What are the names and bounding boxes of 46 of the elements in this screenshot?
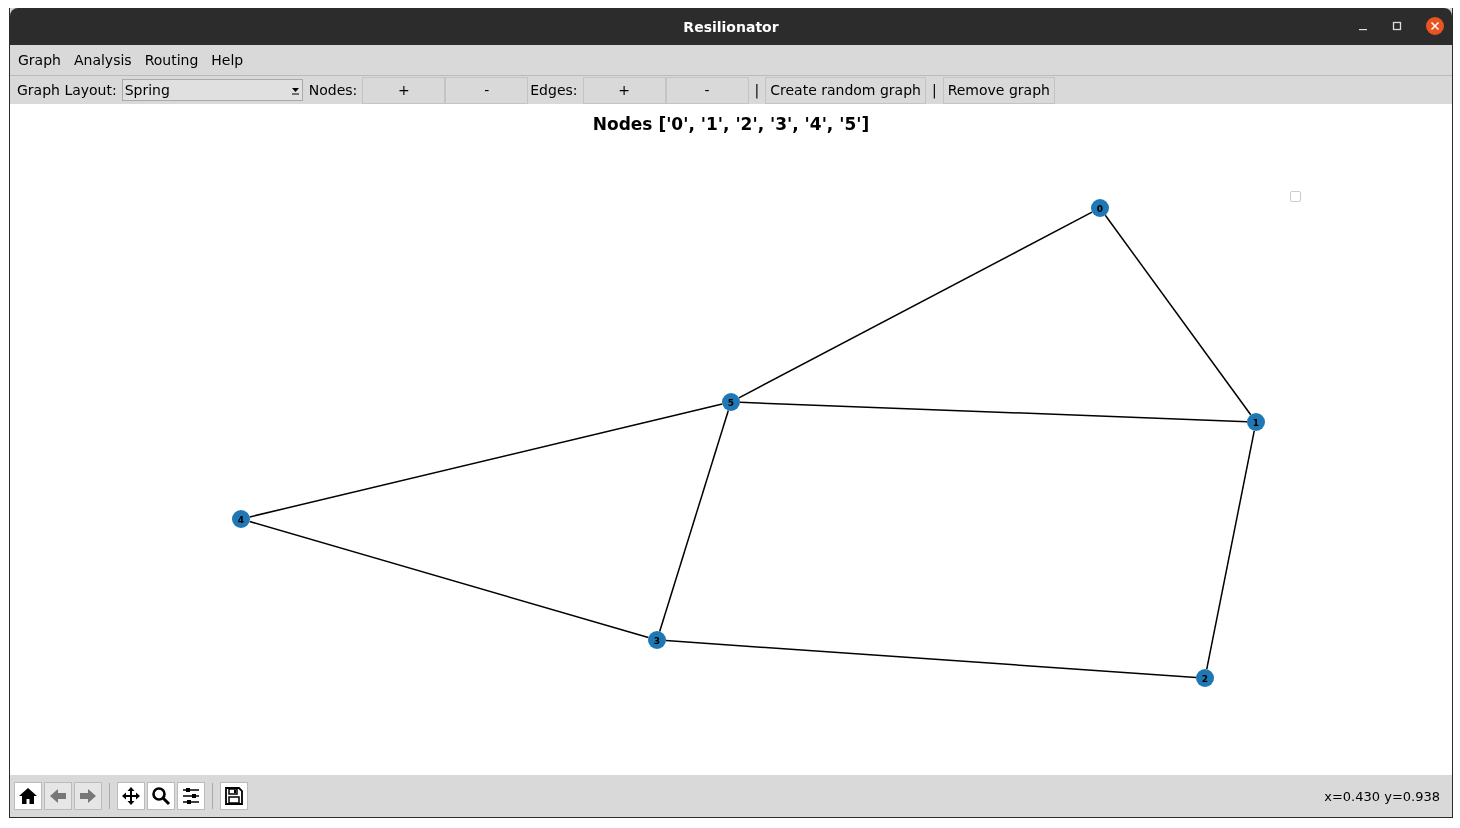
graph-node [648, 631, 666, 649]
move-button[interactable] [117, 782, 145, 810]
search-button[interactable] [147, 782, 175, 810]
close-icon[interactable] [1426, 17, 1444, 35]
nodes-label: Nodes: [308, 82, 358, 98]
menu-item[interactable]: Analysis [73, 52, 132, 68]
graph-node [1247, 413, 1265, 431]
left-arrow-icon [48, 786, 68, 806]
layout-label: Graph Layout: [17, 82, 117, 98]
menu-item[interactable]: Routing [144, 52, 199, 68]
floppy-disk-button[interactable] [220, 782, 248, 810]
node-label: 0 [1096, 203, 1104, 214]
node-label: 4 [237, 514, 245, 525]
node-label: 5 [727, 397, 735, 408]
separator-text: | [931, 82, 937, 98]
add-node-button[interactable]: + [362, 76, 446, 104]
remove-graph-button[interactable]: Remove graph [942, 76, 1055, 104]
node-label: 3 [653, 635, 661, 646]
window-title: Resilionator [683, 18, 779, 35]
remove-edge-button[interactable]: - [665, 76, 749, 104]
search-icon [151, 786, 171, 806]
plot-title: Nodes ['0', '1', '2', '3', '4', '5'] [591, 114, 871, 134]
add-edge-button[interactable]: + [582, 76, 666, 104]
create-random-graph-button[interactable]: Create random graph [765, 76, 926, 104]
graph-node [232, 510, 250, 528]
graph-node [1196, 669, 1214, 687]
move-icon [121, 786, 141, 806]
separator-text: | [754, 82, 760, 98]
sliders-icon [181, 786, 201, 806]
remove-node-button[interactable]: - [445, 76, 529, 104]
menu-item[interactable]: Help [211, 52, 244, 68]
sliders-button[interactable] [177, 782, 205, 810]
node-label: 2 [1201, 673, 1209, 684]
home-button[interactable] [14, 782, 42, 810]
empty-legend-box [1290, 191, 1301, 202]
menu-item[interactable]: Graph [18, 52, 61, 68]
right-arrow-icon [78, 786, 98, 806]
home-icon [18, 786, 38, 806]
maximize-icon[interactable] [1392, 21, 1402, 31]
layout-dropdown[interactable]: Spring [121, 79, 303, 101]
graph-node [1091, 199, 1109, 217]
caret-icon [290, 85, 300, 95]
node-label: 1 [1252, 417, 1260, 428]
cursor-coordinates: x=0.430 y=0.938 [1324, 788, 1440, 804]
edges-label: Edges: [530, 82, 578, 98]
graph-node [722, 393, 740, 411]
